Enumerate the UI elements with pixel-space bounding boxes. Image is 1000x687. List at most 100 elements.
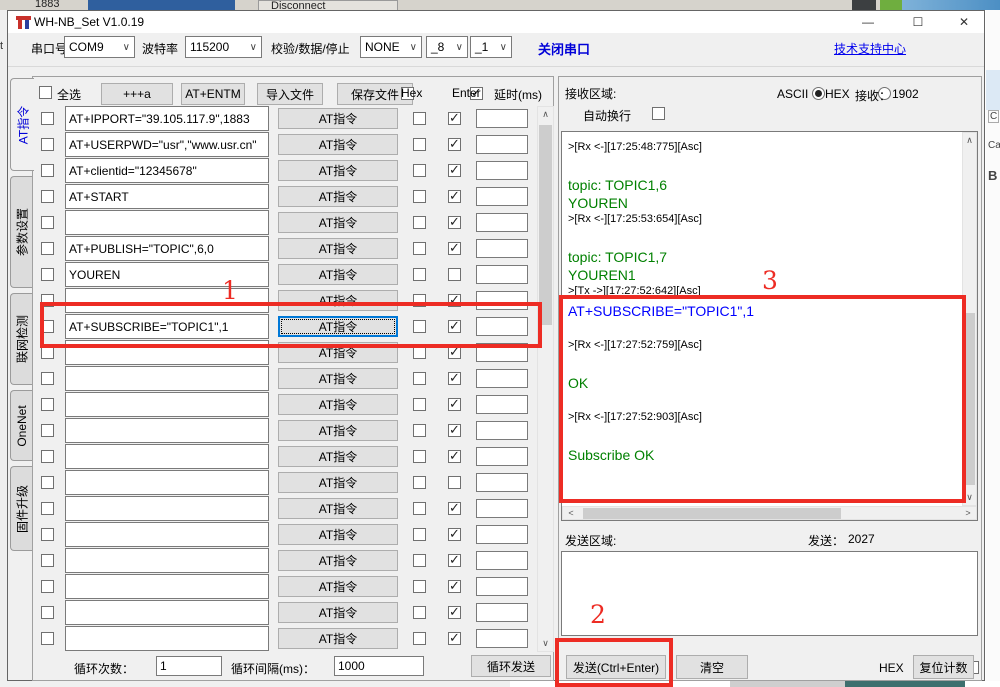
loop-send-button[interactable]: 循环发送 xyxy=(471,655,551,677)
scrollbar-thumb[interactable] xyxy=(539,125,552,325)
row-hex-checkbox[interactable] xyxy=(413,138,426,151)
row-select-checkbox[interactable] xyxy=(41,398,54,411)
row-enter-checkbox[interactable] xyxy=(448,554,461,567)
command-input[interactable] xyxy=(65,158,269,183)
at-command-button[interactable]: AT指令 xyxy=(278,368,398,389)
at-command-button[interactable]: AT指令 xyxy=(278,628,398,649)
at-command-button[interactable]: AT指令 xyxy=(278,264,398,285)
row-hex-checkbox[interactable] xyxy=(413,242,426,255)
row-delay-input[interactable] xyxy=(476,187,528,206)
command-input[interactable] xyxy=(65,470,269,495)
at-command-button[interactable]: AT指令 xyxy=(278,576,398,597)
row-enter-checkbox[interactable] xyxy=(448,294,461,307)
receive-vscrollbar[interactable]: ∧ ∨ xyxy=(962,132,977,506)
row-enter-checkbox[interactable] xyxy=(448,216,461,229)
row-hex-checkbox[interactable] xyxy=(413,580,426,593)
row-select-checkbox[interactable] xyxy=(41,268,54,281)
send-button[interactable]: 发送(Ctrl+Enter) xyxy=(566,655,666,679)
at-command-button[interactable]: AT指令 xyxy=(278,160,398,181)
row-enter-checkbox[interactable] xyxy=(448,632,461,645)
command-list-scrollbar[interactable]: ∧ ∨ xyxy=(537,106,554,652)
row-select-checkbox[interactable] xyxy=(41,554,54,567)
row-select-checkbox[interactable] xyxy=(41,632,54,645)
maximize-button[interactable]: ☐ xyxy=(898,11,938,33)
row-hex-checkbox[interactable] xyxy=(413,502,426,515)
command-input[interactable] xyxy=(65,444,269,469)
at-command-button[interactable]: AT指令 xyxy=(278,212,398,233)
row-select-checkbox[interactable] xyxy=(41,242,54,255)
row-select-checkbox[interactable] xyxy=(41,190,54,203)
command-input[interactable] xyxy=(65,314,269,339)
row-select-checkbox[interactable] xyxy=(41,372,54,385)
row-hex-checkbox[interactable] xyxy=(413,164,426,177)
close-port-button[interactable]: 关闭串口 xyxy=(538,39,590,58)
import-file-button[interactable]: 导入文件 xyxy=(257,83,323,105)
scroll-up-icon[interactable]: ∧ xyxy=(963,135,976,146)
row-enter-checkbox[interactable] xyxy=(448,528,461,541)
row-delay-input[interactable] xyxy=(476,135,528,154)
row-delay-input[interactable] xyxy=(476,577,528,596)
row-delay-input[interactable] xyxy=(476,629,528,648)
scroll-down-icon[interactable]: ∨ xyxy=(538,638,553,649)
scroll-up-icon[interactable]: ∧ xyxy=(538,109,553,120)
row-hex-checkbox[interactable] xyxy=(413,268,426,281)
receive-hscrollbar[interactable]: < > xyxy=(562,506,977,520)
command-input[interactable] xyxy=(65,522,269,547)
row-delay-input[interactable] xyxy=(476,291,528,310)
row-enter-checkbox[interactable] xyxy=(448,502,461,515)
command-input[interactable] xyxy=(65,288,269,313)
row-enter-checkbox[interactable] xyxy=(448,112,461,125)
scroll-down-icon[interactable]: ∨ xyxy=(963,492,976,503)
databits-select[interactable]: _8 ∨ xyxy=(426,36,468,58)
row-delay-input[interactable] xyxy=(476,161,528,180)
row-hex-checkbox[interactable] xyxy=(413,112,426,125)
row-select-checkbox[interactable] xyxy=(41,476,54,489)
at-command-button[interactable]: AT指令 xyxy=(278,498,398,519)
row-select-checkbox[interactable] xyxy=(41,606,54,619)
row-delay-input[interactable] xyxy=(476,395,528,414)
row-enter-checkbox[interactable] xyxy=(448,268,461,281)
row-delay-input[interactable] xyxy=(476,239,528,258)
row-hex-checkbox[interactable] xyxy=(413,372,426,385)
command-input[interactable] xyxy=(65,132,269,157)
row-delay-input[interactable] xyxy=(476,551,528,570)
row-select-checkbox[interactable] xyxy=(41,164,54,177)
row-enter-checkbox[interactable] xyxy=(448,346,461,359)
row-hex-checkbox[interactable] xyxy=(413,528,426,541)
row-enter-checkbox[interactable] xyxy=(448,424,461,437)
command-input[interactable] xyxy=(65,548,269,573)
row-delay-input[interactable] xyxy=(476,265,528,284)
row-hex-checkbox[interactable] xyxy=(413,606,426,619)
row-delay-input[interactable] xyxy=(476,213,528,232)
command-input[interactable] xyxy=(65,184,269,209)
row-enter-checkbox[interactable] xyxy=(448,398,461,411)
row-delay-input[interactable] xyxy=(476,499,528,518)
loop-count-input[interactable] xyxy=(156,656,222,676)
row-select-checkbox[interactable] xyxy=(41,528,54,541)
clear-button[interactable]: 清空 xyxy=(676,655,748,679)
row-enter-checkbox[interactable] xyxy=(448,372,461,385)
row-delay-input[interactable] xyxy=(476,317,528,336)
command-input[interactable] xyxy=(65,418,269,443)
close-button[interactable]: ✕ xyxy=(944,11,984,33)
row-hex-checkbox[interactable] xyxy=(413,554,426,567)
at-command-button[interactable]: AT指令 xyxy=(278,602,398,623)
row-select-checkbox[interactable] xyxy=(41,294,54,307)
row-delay-input[interactable] xyxy=(476,525,528,544)
parity-select[interactable]: NONE ∨ xyxy=(360,36,422,58)
command-input[interactable] xyxy=(65,574,269,599)
at-command-button[interactable]: AT指令 xyxy=(278,238,398,259)
sidebar-tab-1[interactable]: AT指令 xyxy=(10,78,34,171)
row-hex-checkbox[interactable] xyxy=(413,398,426,411)
row-enter-checkbox[interactable] xyxy=(448,164,461,177)
command-input[interactable] xyxy=(65,236,269,261)
at-command-button[interactable]: AT指令 xyxy=(278,134,398,155)
row-enter-checkbox[interactable] xyxy=(448,242,461,255)
row-enter-checkbox[interactable] xyxy=(448,476,461,489)
command-input[interactable] xyxy=(65,626,269,651)
command-input[interactable] xyxy=(65,210,269,235)
row-select-checkbox[interactable] xyxy=(41,502,54,515)
row-hex-checkbox[interactable] xyxy=(413,424,426,437)
baud-select[interactable]: 115200 ∨ xyxy=(185,36,262,58)
row-hex-checkbox[interactable] xyxy=(413,632,426,645)
